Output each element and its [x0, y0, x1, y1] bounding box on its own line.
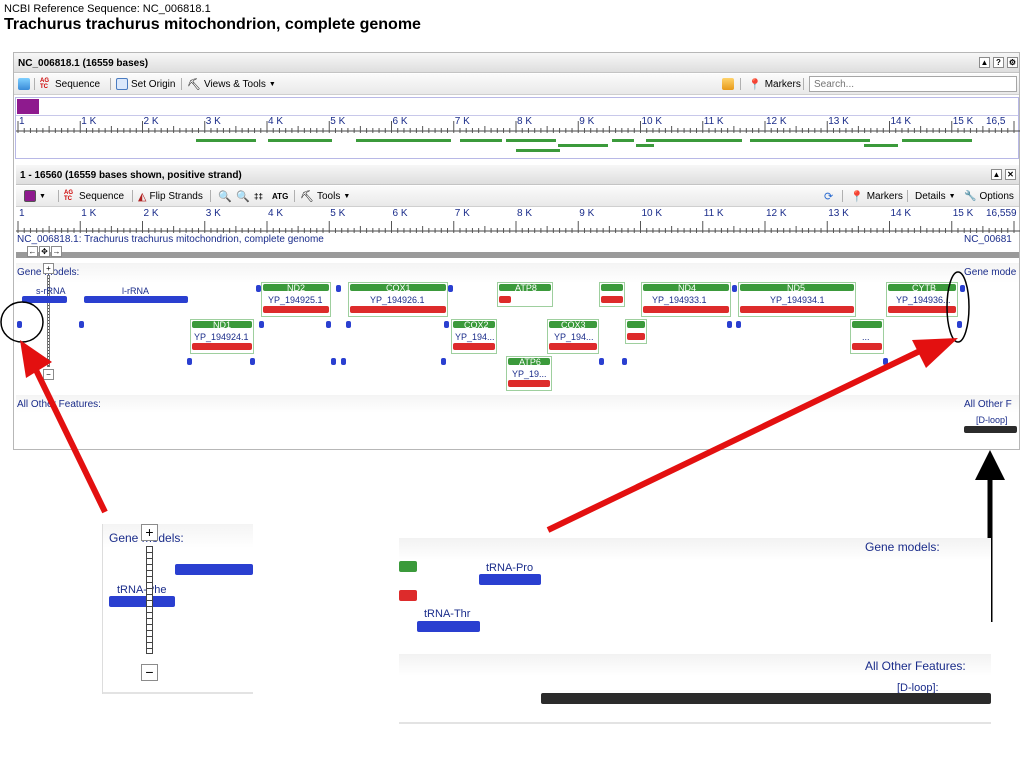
highlight-ellipse-left: [0, 301, 44, 343]
highlight-ellipse-right: [946, 271, 970, 343]
zoom-left-plus-icon[interactable]: +: [141, 524, 158, 541]
zoom-left-slider-track[interactable]: [146, 546, 153, 654]
zoom-left-slider[interactable]: + −: [141, 524, 159, 684]
zoom-right-dloop-bar[interactable]: [541, 693, 991, 704]
zoom-right-red-stub[interactable]: [399, 590, 417, 601]
zoom-inset-left: Gene models: tRNA-Phe + −: [102, 524, 253, 694]
zoom-right-trna-pro[interactable]: [479, 574, 541, 585]
zoom-right-trna-thr[interactable]: [417, 621, 480, 632]
zoom-right-trna-thr-label: tRNA-Thr: [424, 608, 471, 620]
red-arrow-left: [33, 368, 108, 514]
zoom-right-green-stub[interactable]: [399, 561, 417, 572]
zoom-right-gene-models-label: Gene models:: [865, 540, 940, 554]
zoom-right-other-features-label: All Other Features:: [865, 659, 966, 673]
zoom-inset-right: Gene models: tRNA-Pro tRNA-Thr All Other…: [399, 538, 991, 724]
red-arrow-right: [546, 347, 924, 533]
zoom-left-minus-icon[interactable]: −: [141, 664, 158, 681]
zoom-right-trna-pro-label: tRNA-Pro: [486, 562, 534, 574]
zoom-left-gene-bar[interactable]: [175, 564, 253, 575]
